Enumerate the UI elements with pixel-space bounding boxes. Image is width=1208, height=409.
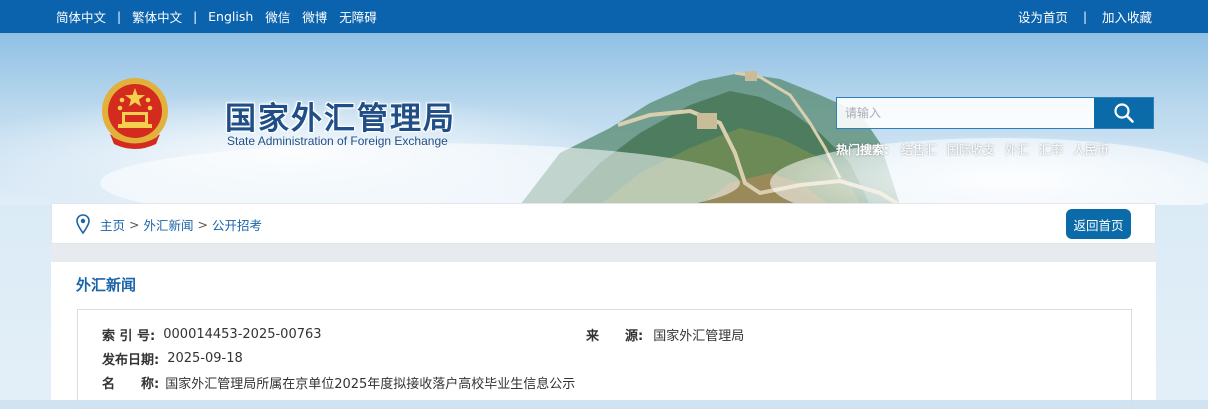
breadcrumb-current[interactable]: 公开招考 — [212, 215, 262, 234]
location-pin-icon — [76, 214, 90, 234]
accessibility-link[interactable]: 无障碍 — [339, 7, 377, 26]
hot-search-item[interactable]: 人民币 — [1073, 141, 1109, 158]
date-row: 发布日期: 2025-09-18 — [102, 349, 243, 368]
name-row: 名 称: 国家外汇管理局所属在京单位2025年度拟接收落户高校毕业生信息公示 — [102, 373, 575, 392]
set-homepage-link[interactable]: 设为首页 — [1018, 7, 1068, 26]
national-emblem-logo — [102, 78, 168, 149]
hot-search-label: 热门搜索: — [836, 143, 889, 157]
separator: | — [1082, 9, 1087, 24]
hot-search-item[interactable]: 汇率 — [1039, 141, 1063, 158]
separator: | — [117, 9, 122, 24]
hot-search-item[interactable]: 国际收支 — [947, 141, 995, 158]
section-title: 外汇新闻 — [76, 276, 137, 294]
source-row: 来 源: 国家外汇管理局 — [586, 325, 744, 344]
index-value: 000014453-2025-00763 — [163, 327, 322, 342]
hot-search: 热门搜索: 结售汇 国际收支 外汇 汇率 人民币 — [836, 141, 1119, 158]
breadcrumb-bar: 主页 > 外汇新闻 > 公开招考 返回首页 — [51, 203, 1156, 244]
top-bar-left: 简体中文 | 繁体中文 | English 微信 微博 无障碍 — [56, 0, 377, 33]
traditional-chinese-link[interactable]: 繁体中文 — [132, 7, 182, 26]
back-to-home-button[interactable]: 返回首页 — [1066, 209, 1131, 239]
search-button[interactable] — [1094, 98, 1153, 128]
name-label: 名 称: — [102, 377, 160, 392]
site-subtitle: State Administration of Foreign Exchange — [227, 134, 448, 148]
main-content: 外汇新闻 索 引 号: 000014453-2025-00763 来 源: 国家… — [51, 262, 1156, 409]
top-bar: 简体中文 | 繁体中文 | English 微信 微博 无障碍 设为首页 | 加… — [0, 0, 1208, 33]
simplified-chinese-link[interactable]: 简体中文 — [56, 7, 106, 26]
separator: | — [193, 9, 198, 24]
index-row: 索 引 号: 000014453-2025-00763 — [102, 325, 322, 344]
index-label: 索 引 号: — [102, 329, 156, 344]
search-icon — [1113, 103, 1134, 123]
hot-search-item[interactable]: 外汇 — [1005, 141, 1029, 158]
name-value: 国家外汇管理局所属在京单位2025年度拟接收落户高校毕业生信息公示 — [165, 377, 576, 392]
hot-search-item[interactable]: 结售汇 — [901, 141, 937, 158]
breadcrumb-separator: > — [129, 217, 140, 232]
weibo-link[interactable]: 微博 — [302, 7, 327, 26]
source-label: 来 源: — [586, 329, 644, 344]
source-value: 国家外汇管理局 — [653, 329, 745, 344]
divider — [51, 244, 1156, 262]
date-label: 发布日期: — [102, 353, 160, 368]
site-title: 国家外汇管理局 — [225, 101, 456, 137]
search-box — [836, 97, 1154, 129]
breadcrumb-separator: > — [197, 217, 208, 232]
date-value: 2025-09-18 — [167, 351, 243, 366]
top-bar-right: 设为首页 | 加入收藏 — [1018, 0, 1152, 33]
search-input[interactable] — [837, 98, 1095, 128]
breadcrumb-news[interactable]: 外汇新闻 — [144, 215, 194, 234]
wechat-link[interactable]: 微信 — [265, 7, 290, 26]
document-info-box: 索 引 号: 000014453-2025-00763 来 源: 国家外汇管理局… — [77, 309, 1132, 409]
breadcrumb-home[interactable]: 主页 — [100, 215, 125, 234]
breadcrumb: 主页 > 外汇新闻 > 公开招考 — [100, 204, 262, 245]
english-link[interactable]: English — [208, 9, 253, 24]
add-favorite-link[interactable]: 加入收藏 — [1102, 7, 1152, 26]
